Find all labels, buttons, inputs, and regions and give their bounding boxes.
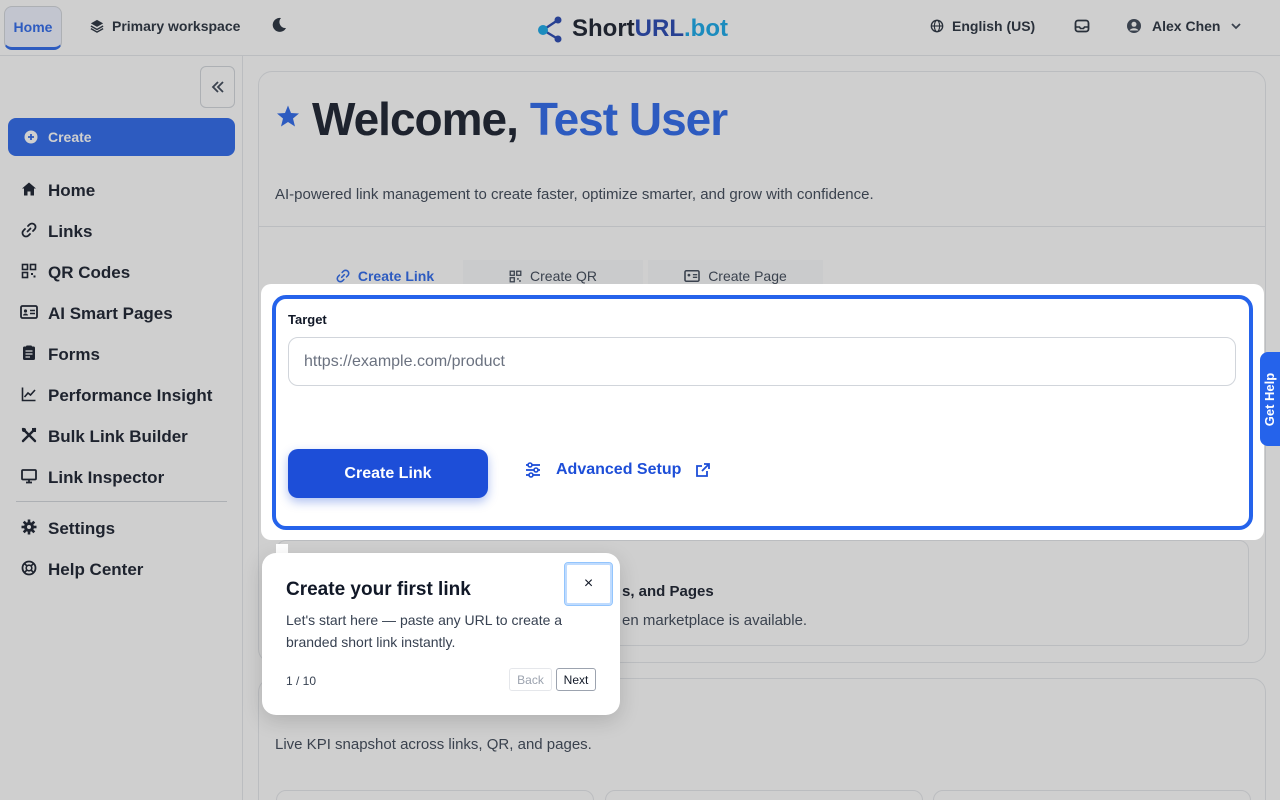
tour-tooltip: Create your first link Let's start here …	[262, 553, 620, 715]
next-button[interactable]: Next	[556, 668, 596, 691]
get-help-tab[interactable]: Get Help	[1260, 352, 1280, 446]
target-label: Target	[288, 312, 327, 327]
back-button[interactable]: Back	[509, 668, 552, 691]
close-icon[interactable]: ×	[564, 562, 613, 606]
advanced-setup-label: Advanced Setup	[556, 461, 682, 478]
tooltip-body: Let's start here — paste any URL to crea…	[286, 612, 563, 650]
tooltip-title: Create your first link	[286, 579, 471, 600]
tooltip-step-counter: 1 / 10	[286, 674, 317, 688]
external-link-icon	[696, 463, 711, 477]
create-link-button[interactable]: Create Link	[288, 449, 488, 498]
advanced-setup-link[interactable]: Advanced Setup	[524, 461, 711, 479]
target-url-input[interactable]	[288, 337, 1236, 386]
sliders-icon	[526, 462, 540, 478]
get-help-label: Get Help	[1262, 372, 1278, 426]
